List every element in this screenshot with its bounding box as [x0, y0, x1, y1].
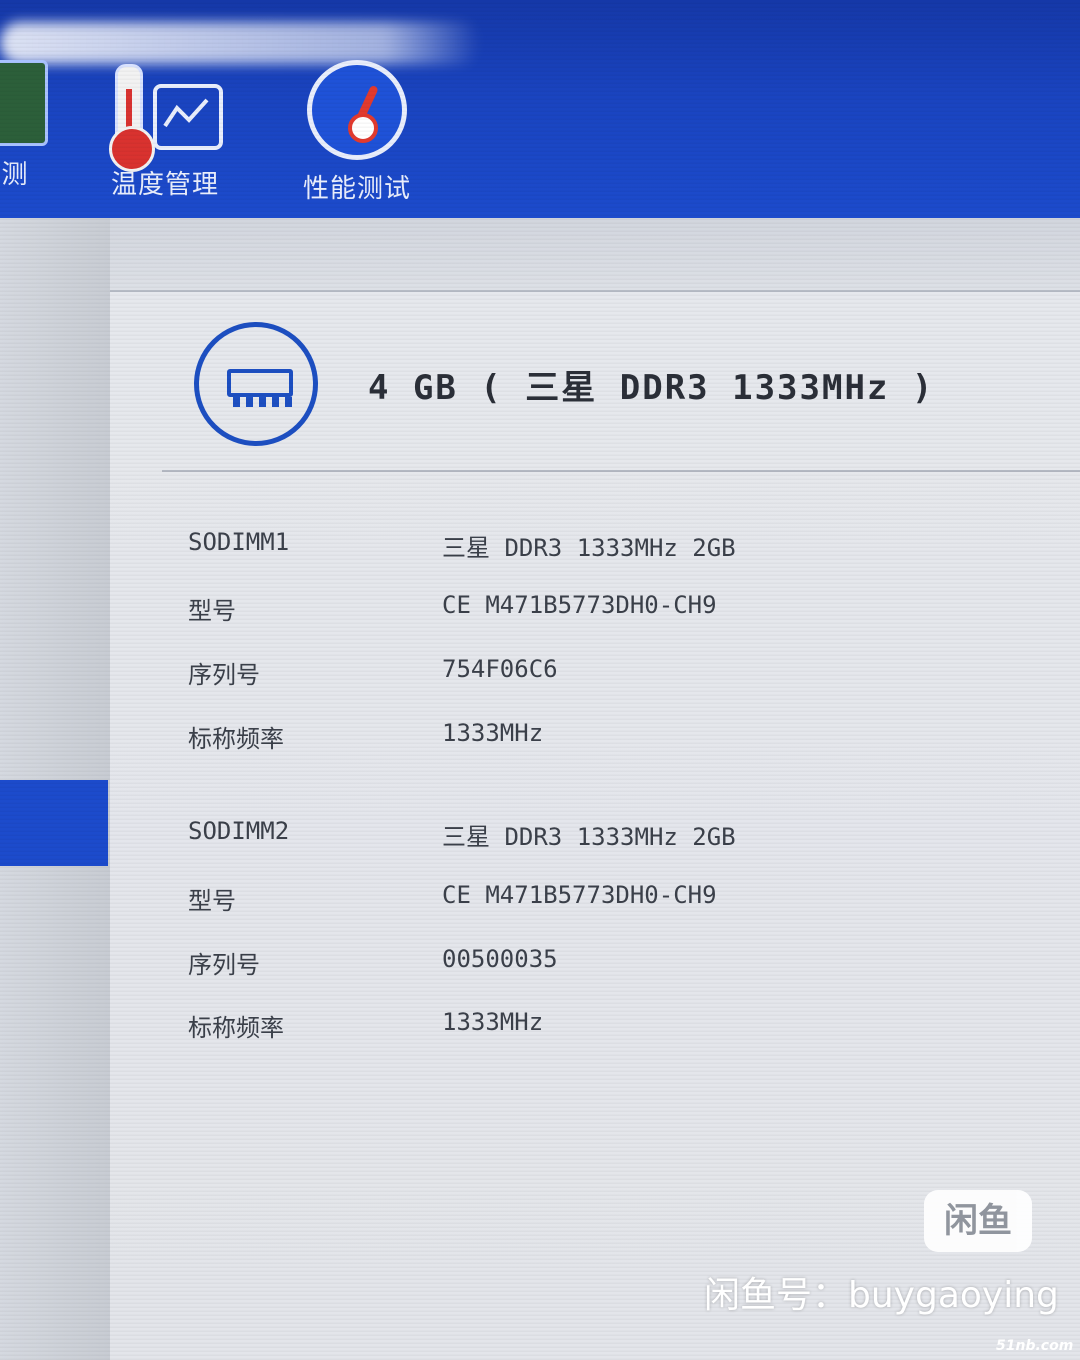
model-value: CE M471B5773DH0-CH9	[442, 591, 717, 619]
memory-chip-icon	[0, 60, 48, 146]
slot-value: 三星 DDR3 1333MHz 2GB	[442, 823, 736, 851]
memory-info-panel: 4 GB ( 三星 DDR3 1333MHz ) SODIMM1 三星 DDR3…	[110, 218, 1080, 1360]
model-label: 型号	[188, 887, 236, 915]
top-toolbar: 测 温度管理 性能测试	[0, 0, 1080, 218]
serial-label: 序列号	[188, 661, 260, 689]
watermark-logo: 闲鱼	[924, 1190, 1032, 1252]
watermark-site: 51nb.com	[996, 1338, 1074, 1354]
frequency-label: 标称频率	[188, 1014, 284, 1042]
slot-value: 三星 DDR3 1333MHz 2GB	[442, 534, 736, 562]
frequency-label: 标称频率	[188, 725, 284, 753]
sidebar-item-active[interactable]	[0, 780, 108, 866]
toolbar-item-hardware-check[interactable]: 测	[0, 60, 60, 191]
watermark-text: 闲鱼号：buygaoying	[704, 1275, 1059, 1316]
serial-label: 序列号	[188, 951, 260, 979]
toolbar-item-label: 测	[1, 160, 29, 190]
serial-value: 00500035	[442, 945, 558, 973]
frequency-value: 1333MHz	[442, 719, 544, 747]
panel-header	[110, 218, 1080, 292]
toolbar-item-temperature[interactable]: 温度管理	[100, 60, 230, 201]
memory-summary: 4 GB ( 三星 DDR3 1333MHz )	[368, 368, 935, 408]
speedometer-icon	[307, 60, 407, 160]
model-value: CE M471B5773DH0-CH9	[442, 881, 717, 909]
toolbar-item-label: 温度管理	[110, 170, 219, 200]
left-sidebar	[0, 218, 110, 1360]
model-label: 型号	[188, 597, 236, 625]
divider	[162, 470, 1080, 472]
thermometer-graph-icon	[105, 60, 225, 172]
memory-module-icon	[194, 322, 318, 446]
frequency-value: 1333MHz	[442, 1008, 544, 1036]
toolbar-item-label: 性能测试	[302, 174, 411, 204]
slot-name: SODIMM1	[188, 528, 290, 556]
serial-value: 754F06C6	[442, 655, 558, 683]
slot-name: SODIMM2	[188, 817, 290, 845]
toolbar-item-performance[interactable]: 性能测试	[292, 60, 422, 205]
blurred-title-area	[0, 22, 480, 64]
